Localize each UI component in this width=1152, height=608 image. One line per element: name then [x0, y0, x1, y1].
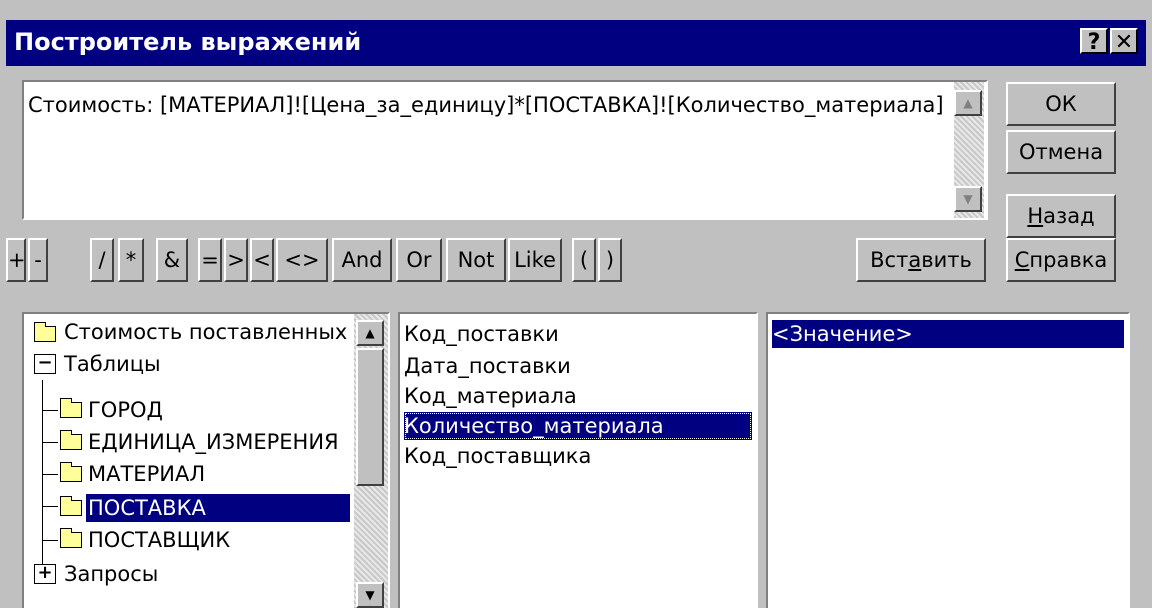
back-button[interactable]: Назад: [1006, 194, 1116, 238]
close-paren-button[interactable]: ): [598, 238, 622, 282]
tree-line: [42, 474, 58, 475]
tree-line: [42, 442, 58, 443]
operator-like-button[interactable]: Like: [508, 238, 562, 282]
tree-line: [42, 380, 43, 572]
field-item[interactable]: Код_материала: [404, 382, 577, 410]
help-label-accel: С: [1014, 248, 1030, 272]
tree-item-label: ГОРОД: [88, 398, 163, 422]
folder-icon: [60, 462, 82, 482]
tree-item-queries[interactable]: + Запросы: [30, 560, 348, 588]
insert-button[interactable]: Вставить: [856, 238, 986, 282]
tree-item-material[interactable]: МАТЕРИАЛ: [60, 460, 348, 488]
operator-not-equal-button[interactable]: <>: [276, 238, 328, 282]
values-list[interactable]: <Значение>: [766, 312, 1130, 608]
tree-line: [42, 506, 58, 507]
tree-item-label: Запросы: [64, 562, 159, 586]
insert-label-accel: а: [908, 248, 922, 272]
collapse-icon[interactable]: −: [34, 354, 56, 374]
operator-or-button[interactable]: Or: [396, 238, 442, 282]
folder-icon: [34, 322, 56, 342]
tree-item-label: Стоимость поставленных: [64, 320, 348, 344]
folder-icon: [60, 430, 82, 450]
operator-equal-button[interactable]: =: [198, 238, 222, 282]
tree-scrollbar[interactable]: ▲ ▼: [354, 314, 388, 608]
scroll-up-icon[interactable]: ▲: [356, 320, 384, 346]
insert-label-pre: Вст: [870, 248, 909, 272]
expression-input[interactable]: Стоимость: [МАТЕРИАЛ]![Цена_за_единицу]*…: [22, 80, 988, 220]
folder-icon: [60, 398, 82, 418]
objects-tree[interactable]: Стоимость поставленных − Таблицы ГОРОД Е…: [22, 312, 390, 608]
field-item[interactable]: Код_поставки: [404, 320, 559, 348]
open-folder-icon: [60, 496, 82, 516]
ok-button[interactable]: ОК: [1006, 82, 1116, 126]
fields-list[interactable]: Код_поставки Дата_поставки Код_материала…: [398, 312, 758, 608]
cancel-button[interactable]: Отмена: [1006, 130, 1116, 174]
expression-scrollbar[interactable]: ▲ ▼: [954, 82, 984, 218]
operator-minus-button[interactable]: -: [28, 238, 48, 282]
help-label-post: правка: [1029, 248, 1108, 272]
expression-text: Стоимость: [МАТЕРИАЛ]![Цена_за_единицу]*…: [28, 93, 944, 117]
field-item-selected[interactable]: Количество_материала: [404, 412, 752, 440]
back-label-post: азад: [1043, 204, 1095, 228]
tree-item-label: ЕДИНИЦА_ИЗМЕРЕНИЯ: [88, 430, 339, 454]
scroll-down-icon[interactable]: ▼: [954, 186, 982, 212]
tree-item-cost[interactable]: Стоимость поставленных: [30, 318, 348, 346]
tree-line: [42, 410, 58, 411]
operator-less-button[interactable]: <: [250, 238, 274, 282]
folder-icon: [60, 528, 82, 548]
tree-item-unit[interactable]: ЕДИНИЦА_ИЗМЕРЕНИЯ: [60, 428, 348, 456]
open-paren-button[interactable]: (: [572, 238, 596, 282]
help-title-button[interactable]: ?: [1080, 28, 1108, 55]
tree-item-supplier[interactable]: ПОСТАВЩИК: [60, 526, 348, 554]
expression-builder-dialog: Построитель выражений ? ✕ Стоимость: [МА…: [0, 0, 1152, 608]
tree-item-supply[interactable]: ПОСТАВКА: [60, 494, 350, 522]
tree-item-label: ПОСТАВЩИК: [88, 528, 231, 552]
title-bar: Построитель выражений ? ✕: [6, 20, 1146, 66]
operator-not-button[interactable]: Not: [446, 238, 506, 282]
scroll-down-icon[interactable]: ▼: [356, 582, 384, 608]
expand-icon[interactable]: +: [34, 564, 56, 584]
operator-concat-button[interactable]: &: [156, 238, 188, 282]
tree-item-tables[interactable]: − Таблицы: [30, 350, 348, 378]
tree-item-label: Таблицы: [64, 352, 161, 376]
scroll-thumb[interactable]: [356, 348, 384, 486]
tree-item-label: ПОСТАВКА: [86, 494, 350, 522]
help-button[interactable]: Справка: [1006, 238, 1116, 282]
tree-item-city[interactable]: ГОРОД: [60, 396, 348, 424]
close-button[interactable]: ✕: [1110, 28, 1138, 55]
tree-item-label: МАТЕРИАЛ: [88, 462, 206, 486]
operator-multiply-button[interactable]: *: [118, 238, 144, 282]
operator-plus-button[interactable]: +: [6, 238, 26, 282]
scroll-up-icon[interactable]: ▲: [954, 90, 982, 116]
operator-divide-button[interactable]: /: [90, 238, 114, 282]
operator-and-button[interactable]: And: [332, 238, 392, 282]
value-item[interactable]: <Значение>: [772, 320, 1124, 348]
back-label-accel: Н: [1027, 204, 1044, 228]
window-title: Построитель выражений: [14, 28, 362, 56]
tree-line: [42, 540, 58, 541]
operator-greater-button[interactable]: >: [224, 238, 248, 282]
field-item[interactable]: Дата_поставки: [404, 352, 571, 380]
insert-label-post: вить: [921, 248, 972, 272]
field-item[interactable]: Код_поставщика: [404, 442, 591, 470]
